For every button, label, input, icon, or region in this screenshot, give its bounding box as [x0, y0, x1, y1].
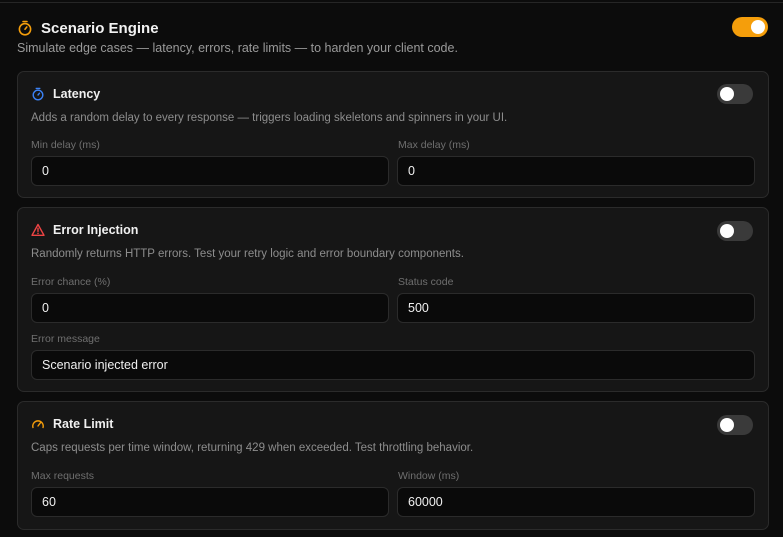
- latency-title: Latency: [53, 87, 101, 101]
- scenario-engine-toggle[interactable]: [732, 17, 768, 37]
- error-injection-title: Error Injection: [53, 223, 139, 237]
- max-delay-input[interactable]: 0: [397, 156, 755, 186]
- rate-limit-title: Rate Limit: [53, 417, 114, 431]
- panel-header: Scenario Engine: [17, 17, 769, 39]
- scenario-engine-panel: Scenario Engine Simulate edge cases — la…: [0, 0, 783, 537]
- window-input[interactable]: 60000: [397, 487, 755, 517]
- toggle-knob: [720, 87, 734, 101]
- latency-card: Latency Adds a random delay to every res…: [17, 71, 769, 198]
- status-code-label: Status code: [398, 276, 454, 288]
- rate-limit-description: Caps requests per time window, returning…: [31, 442, 474, 454]
- top-divider: [0, 0, 783, 3]
- error-injection-toggle[interactable]: [717, 221, 753, 241]
- min-delay-label: Min delay (ms): [31, 139, 100, 151]
- max-delay-label: Max delay (ms): [398, 139, 470, 151]
- error-message-input[interactable]: Scenario injected error: [31, 350, 755, 380]
- toggle-knob: [720, 418, 734, 432]
- min-delay-input[interactable]: 0: [31, 156, 389, 186]
- error-message-label: Error message: [31, 333, 100, 345]
- stopwatch-icon: [17, 20, 33, 36]
- rate-limit-toggle[interactable]: [717, 415, 753, 435]
- error-injection-header: Error Injection: [31, 223, 138, 237]
- latency-toggle[interactable]: [717, 84, 753, 104]
- page-title: Scenario Engine: [41, 19, 159, 37]
- page-subtitle: Simulate edge cases — latency, errors, r…: [17, 41, 458, 55]
- error-injection-card: Error Injection Randomly returns HTTP er…: [17, 207, 769, 392]
- status-code-input[interactable]: 500: [397, 293, 755, 323]
- error-chance-input[interactable]: 0: [31, 293, 389, 323]
- rate-limit-card: Rate Limit Caps requests per time window…: [17, 401, 769, 530]
- latency-description: Adds a random delay to every response — …: [31, 112, 508, 124]
- toggle-knob: [720, 224, 734, 238]
- toggle-knob: [751, 20, 765, 34]
- rate-limit-header: Rate Limit: [31, 417, 113, 431]
- latency-header: Latency: [31, 87, 100, 101]
- error-injection-description: Randomly returns HTTP errors. Test your …: [31, 248, 464, 260]
- gauge-icon: [31, 417, 45, 431]
- max-requests-label: Max requests: [31, 470, 95, 482]
- warning-icon: [31, 223, 45, 237]
- error-chance-label: Error chance (%): [31, 276, 111, 288]
- window-label: Window (ms): [398, 470, 460, 482]
- max-requests-input[interactable]: 60: [31, 487, 389, 517]
- stopwatch-icon: [31, 87, 45, 101]
